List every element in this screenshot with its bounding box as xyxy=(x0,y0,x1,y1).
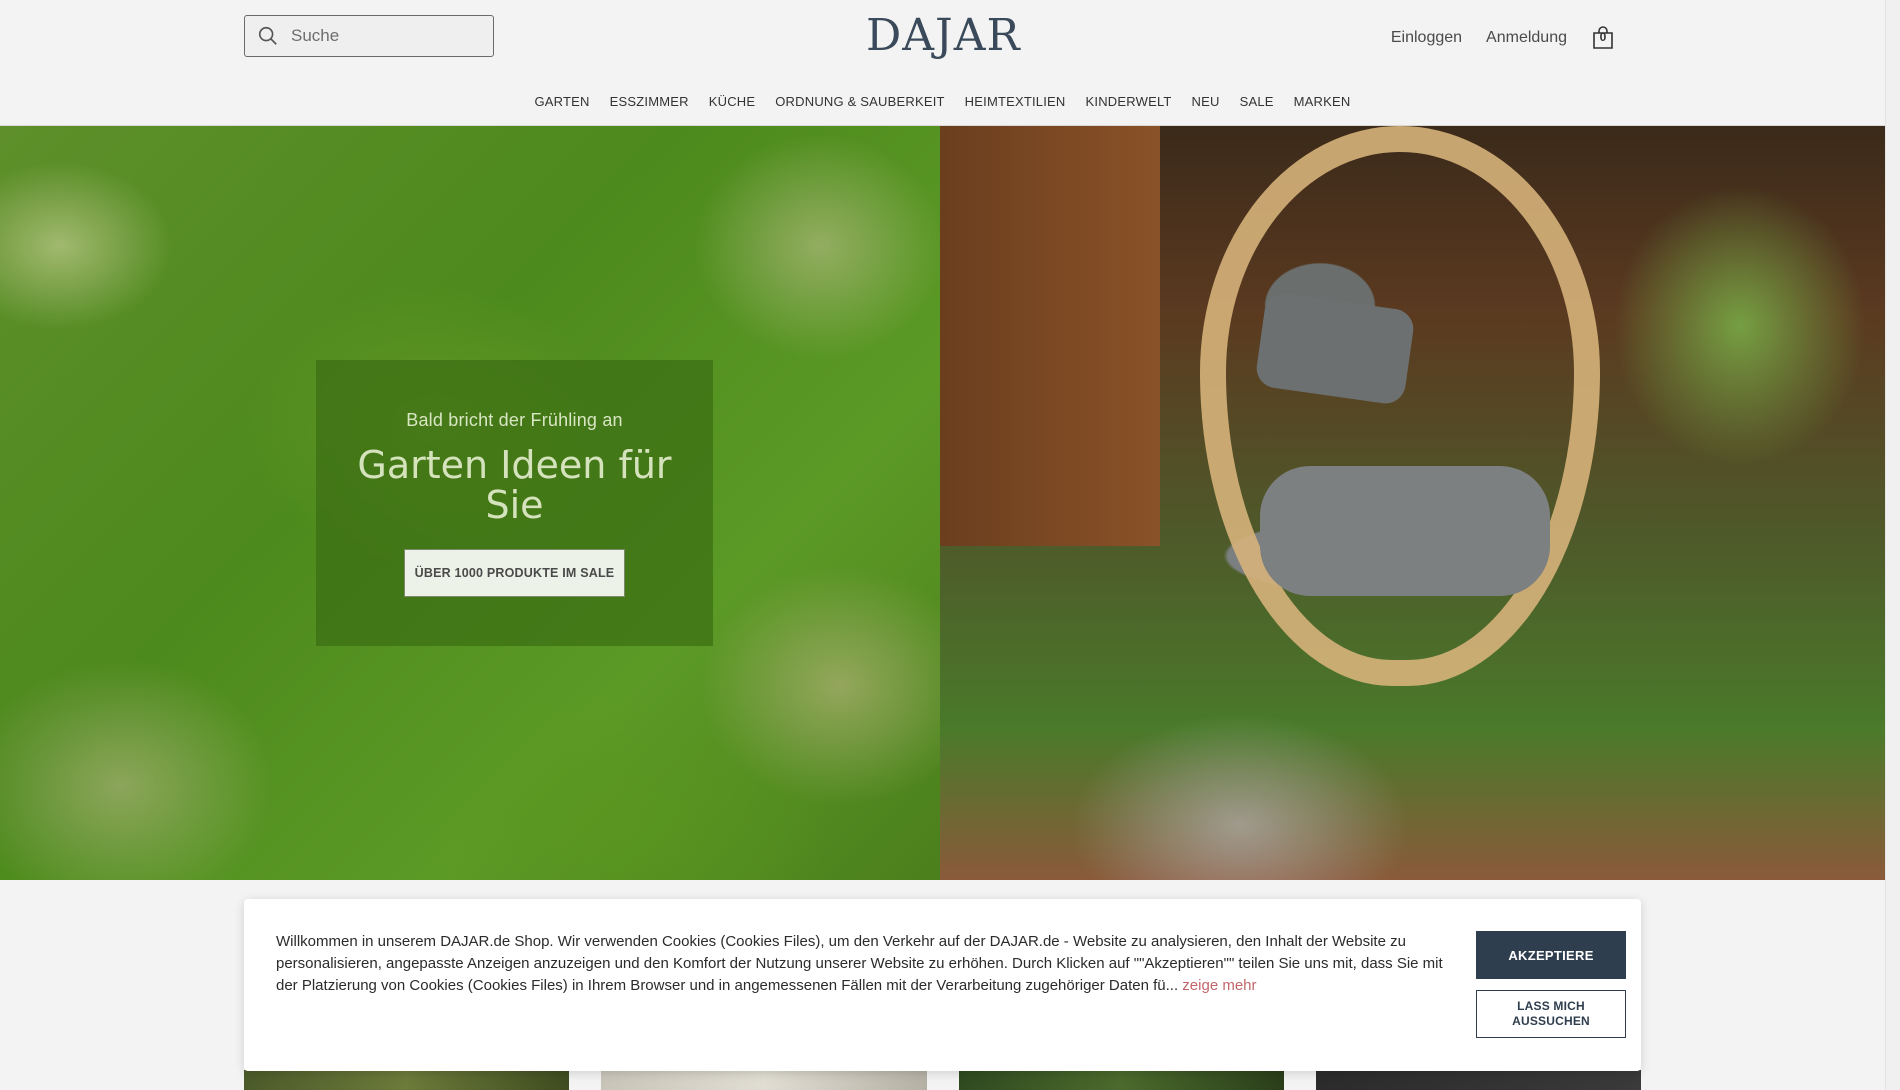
accept-cookies-button[interactable]: AKZEPTIERE xyxy=(1476,931,1626,979)
nav-item-heimtextilien[interactable]: HEIMTEXTILIEN xyxy=(955,94,1076,109)
cart-button[interactable]: 0 xyxy=(1591,26,1615,50)
register-link[interactable]: Anmeldung xyxy=(1486,29,1567,47)
nav-item-kueche[interactable]: KÜCHE xyxy=(699,94,766,109)
site-header: DAJAR Einloggen Anmeldung 0 GARTEN ESSZI… xyxy=(0,0,1885,126)
nav-item-garten[interactable]: GARTEN xyxy=(525,94,600,109)
hero-banner[interactable]: Bald bricht der Frühling an Garten Ideen… xyxy=(0,126,1885,880)
wooden-wall xyxy=(940,126,1160,546)
choose-cookies-button[interactable]: LASS MICH AUSSUCHEN xyxy=(1476,990,1626,1038)
hero-promo-card: Bald bricht der Frühling an Garten Ideen… xyxy=(316,360,713,646)
nav-item-marken[interactable]: MARKEN xyxy=(1284,94,1361,109)
category-thumbnail[interactable] xyxy=(601,1070,927,1090)
hero-title: Garten Ideen für Sie xyxy=(357,443,672,527)
site-logo[interactable]: DAJAR xyxy=(866,10,1021,61)
hero-sale-button[interactable]: ÜBER 1000 PRODUKTE IM SALE xyxy=(404,549,625,597)
cart-count: 0 xyxy=(1599,30,1607,44)
nav-item-kinderwelt[interactable]: KINDERWELT xyxy=(1076,94,1182,109)
chair-cushion xyxy=(1260,466,1550,596)
search-input[interactable] xyxy=(291,26,481,46)
category-thumbnail[interactable] xyxy=(959,1070,1284,1090)
category-thumbnail[interactable] xyxy=(244,1070,569,1090)
search-icon xyxy=(258,26,277,45)
nav-item-neu[interactable]: NEU xyxy=(1182,94,1230,109)
main-nav: GARTEN ESSZIMMER KÜCHE ORDNUNG & SAUBERK… xyxy=(0,94,1885,109)
hero-kicker: Bald bricht der Frühling an xyxy=(406,410,623,430)
cookie-message: Willkommen in unserem DAJAR.de Shop. Wir… xyxy=(276,933,1443,994)
login-link[interactable]: Einloggen xyxy=(1391,29,1462,47)
cookie-banner: Willkommen in unserem DAJAR.de Shop. Wir… xyxy=(244,899,1641,1071)
scrollbar[interactable] xyxy=(1885,0,1900,1090)
account-links: Einloggen Anmeldung 0 xyxy=(1391,26,1615,50)
cookie-text: Willkommen in unserem DAJAR.de Shop. Wir… xyxy=(276,931,1461,997)
nav-item-esszimmer[interactable]: ESSZIMMER xyxy=(600,94,699,109)
hero-right-image xyxy=(940,126,1885,880)
nav-item-sale[interactable]: SALE xyxy=(1230,94,1284,109)
search-box[interactable] xyxy=(244,15,494,57)
hanging-chair xyxy=(1200,126,1600,686)
category-thumbnail[interactable] xyxy=(1316,1070,1641,1090)
nav-item-ordnung[interactable]: ORDNUNG & SAUBERKEIT xyxy=(765,94,954,109)
cookie-more-link[interactable]: zeige mehr xyxy=(1182,977,1256,994)
